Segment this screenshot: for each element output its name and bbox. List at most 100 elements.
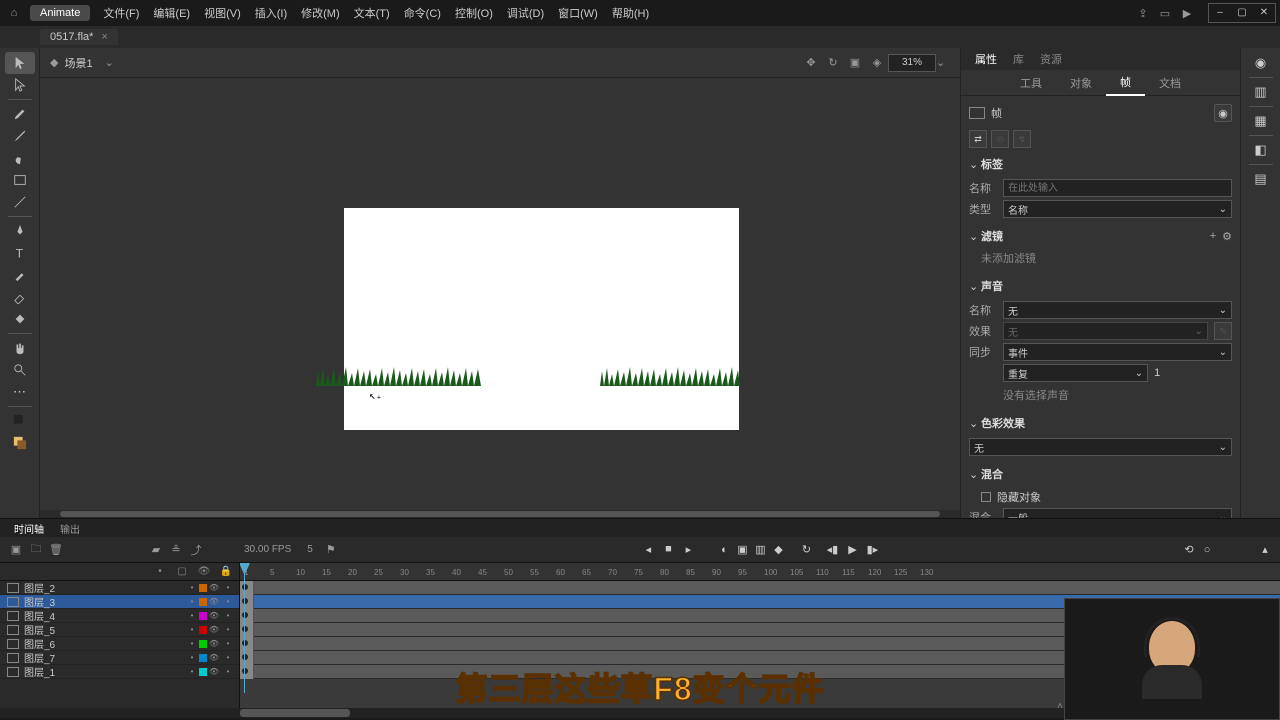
paint-bucket-tool[interactable] bbox=[5, 308, 35, 330]
layer-visibility-dot[interactable]: 👁 bbox=[207, 611, 221, 620]
rotate-stage-icon[interactable]: ↻ bbox=[822, 56, 844, 69]
layer-lock-dot[interactable]: • bbox=[221, 597, 235, 606]
loop-icon[interactable]: ↻ bbox=[797, 543, 815, 556]
brush-tool[interactable] bbox=[5, 103, 35, 125]
tab-assets[interactable]: 资源 bbox=[1032, 51, 1070, 67]
new-folder-icon[interactable]: 🗀 bbox=[26, 540, 46, 559]
tab-output[interactable]: 输出 bbox=[52, 521, 88, 536]
sound-repeat-select[interactable]: 重复⌄ bbox=[1003, 364, 1148, 382]
keyframe-icon[interactable] bbox=[242, 654, 248, 660]
selection-tool[interactable] bbox=[5, 52, 35, 74]
menu-text[interactable]: 文本(T) bbox=[347, 5, 397, 21]
layer-name[interactable]: 图层_5 bbox=[22, 622, 185, 637]
timeline-zoom-slider-icon[interactable]: ○ bbox=[1198, 544, 1216, 556]
sound-repeat-count[interactable]: 1 bbox=[1154, 367, 1174, 379]
close-icon[interactable]: ✕ bbox=[1253, 4, 1275, 22]
layer-highlight-dot[interactable]: • bbox=[185, 667, 199, 676]
keyframe-icon[interactable] bbox=[242, 612, 248, 618]
tab-close-icon[interactable]: × bbox=[101, 31, 107, 43]
coloreffect-select[interactable]: 无⌄ bbox=[969, 438, 1232, 456]
layer-highlight-dot[interactable]: • bbox=[185, 583, 199, 592]
subtab-document[interactable]: 文档 bbox=[1145, 71, 1195, 95]
layer-row[interactable]: 图层_4•👁• bbox=[0, 609, 239, 623]
dock-cc-icon[interactable]: ◉ bbox=[1246, 52, 1276, 74]
zoom-input[interactable]: 31% bbox=[888, 54, 936, 72]
text-tool[interactable]: T bbox=[5, 242, 35, 264]
layer-outline-color[interactable] bbox=[199, 640, 207, 648]
zoom-dropdown-icon[interactable]: ⌄ bbox=[936, 56, 950, 69]
filter-settings-icon[interactable]: ⚙ bbox=[1222, 230, 1232, 243]
menu-command[interactable]: 命令(C) bbox=[397, 5, 448, 21]
minimize-icon[interactable]: – bbox=[1209, 4, 1231, 22]
subtab-frame[interactable]: 帧 bbox=[1106, 70, 1145, 96]
horizontal-scrollbar[interactable] bbox=[40, 510, 960, 518]
line-tool[interactable] bbox=[5, 191, 35, 213]
workspace-icon[interactable]: ▭ bbox=[1154, 7, 1176, 20]
frame-span[interactable] bbox=[240, 623, 254, 637]
delete-layer-icon[interactable]: 🗑 bbox=[46, 543, 66, 556]
frame-span[interactable] bbox=[240, 595, 254, 609]
edit-multiple-icon[interactable]: ▣ bbox=[733, 543, 751, 556]
layer-name[interactable]: 图层_4 bbox=[22, 608, 185, 623]
dock-color-icon[interactable]: ◧ bbox=[1246, 139, 1276, 161]
menu-file[interactable]: 文件(F) bbox=[96, 5, 146, 21]
scene-name[interactable]: 场景1 bbox=[64, 55, 92, 71]
layer-visibility-dot[interactable]: 👁 bbox=[207, 625, 221, 634]
subtab-object[interactable]: 对象 bbox=[1056, 71, 1106, 95]
grass-object-right[interactable] bbox=[600, 366, 743, 386]
visibility-col-icon[interactable]: 👁 bbox=[197, 566, 211, 577]
layer-name[interactable]: 图层_1 bbox=[22, 664, 185, 679]
hide-object-checkbox[interactable] bbox=[981, 492, 991, 502]
onion-skin-icon[interactable]: ◐ bbox=[715, 544, 733, 556]
tween-btn-3[interactable]: ↯ bbox=[1013, 130, 1031, 148]
grass-object-left[interactable] bbox=[316, 366, 481, 386]
layer-name[interactable]: 图层_3 bbox=[22, 594, 185, 609]
subselection-tool[interactable] bbox=[5, 74, 35, 96]
scene-icon[interactable]: ◆ bbox=[50, 56, 58, 69]
dock-library-icon[interactable]: ▥ bbox=[1246, 81, 1276, 103]
zoom-tool[interactable] bbox=[5, 359, 35, 381]
layer-row[interactable]: 图层_3•👁• bbox=[0, 595, 239, 609]
highlight-col-icon[interactable]: • bbox=[153, 566, 167, 577]
add-filter-icon[interactable]: + bbox=[1210, 230, 1216, 243]
layer-row[interactable]: 图层_5•👁• bbox=[0, 623, 239, 637]
frame-settings-icon[interactable]: ◉ bbox=[1214, 104, 1232, 122]
keyframe-icon[interactable] bbox=[242, 668, 248, 674]
menu-insert[interactable]: 插入(I) bbox=[248, 5, 294, 21]
center-stage-icon[interactable]: ✥ bbox=[800, 56, 822, 69]
layer-row[interactable]: 图层_2•👁• bbox=[0, 581, 239, 595]
blend-mix-select[interactable]: 一般⌄ bbox=[1003, 508, 1232, 518]
layer-highlight-dot[interactable]: • bbox=[185, 639, 199, 648]
keyframe-icon[interactable] bbox=[242, 640, 248, 646]
eyedropper-tool[interactable] bbox=[5, 264, 35, 286]
step-fwd-icon[interactable]: ▮▸ bbox=[863, 543, 881, 556]
clip-stage-icon[interactable]: ▣ bbox=[844, 56, 866, 69]
dock-align-icon[interactable]: ▦ bbox=[1246, 110, 1276, 132]
canvas[interactable]: ↖₊ bbox=[344, 208, 739, 430]
layer-visibility-dot[interactable]: 👁 bbox=[207, 583, 221, 592]
menu-debug[interactable]: 调试(D) bbox=[500, 5, 551, 21]
lock-col-icon[interactable]: 🔒 bbox=[219, 566, 233, 577]
layer-lock-dot[interactable]: • bbox=[221, 583, 235, 592]
layer-name[interactable]: 图层_2 bbox=[22, 580, 185, 595]
more-tools-icon[interactable]: ⋯ bbox=[5, 381, 35, 403]
timeline-menu-icon[interactable]: ▴ bbox=[1256, 543, 1274, 556]
home-icon[interactable]: ⌂ bbox=[4, 7, 24, 19]
label-type-select[interactable]: 名称⌄ bbox=[1003, 200, 1232, 218]
fps-value[interactable]: 30.00 bbox=[244, 544, 269, 555]
layer-lock-dot[interactable]: • bbox=[221, 667, 235, 676]
insert-keyframe-icon[interactable]: ◆ bbox=[769, 543, 787, 556]
layer-outline-color[interactable] bbox=[199, 612, 207, 620]
track-row[interactable] bbox=[240, 581, 1280, 595]
layer-outline-color[interactable] bbox=[199, 584, 207, 592]
section-filter-header[interactable]: ⌄滤镜+⚙ bbox=[969, 224, 1232, 248]
pen-tool[interactable] bbox=[5, 220, 35, 242]
frame-span[interactable] bbox=[240, 637, 254, 651]
frame-span[interactable] bbox=[240, 665, 254, 679]
layer-lock-dot[interactable]: • bbox=[221, 611, 235, 620]
layer-depth-icon[interactable]: ≗ bbox=[166, 543, 186, 556]
layer-name[interactable]: 图层_6 bbox=[22, 636, 185, 651]
layer-outline-color[interactable] bbox=[199, 626, 207, 634]
timeline-zoom-fit-icon[interactable]: ⟲ bbox=[1180, 543, 1198, 556]
sound-sync-select[interactable]: 事件⌄ bbox=[1003, 343, 1232, 361]
